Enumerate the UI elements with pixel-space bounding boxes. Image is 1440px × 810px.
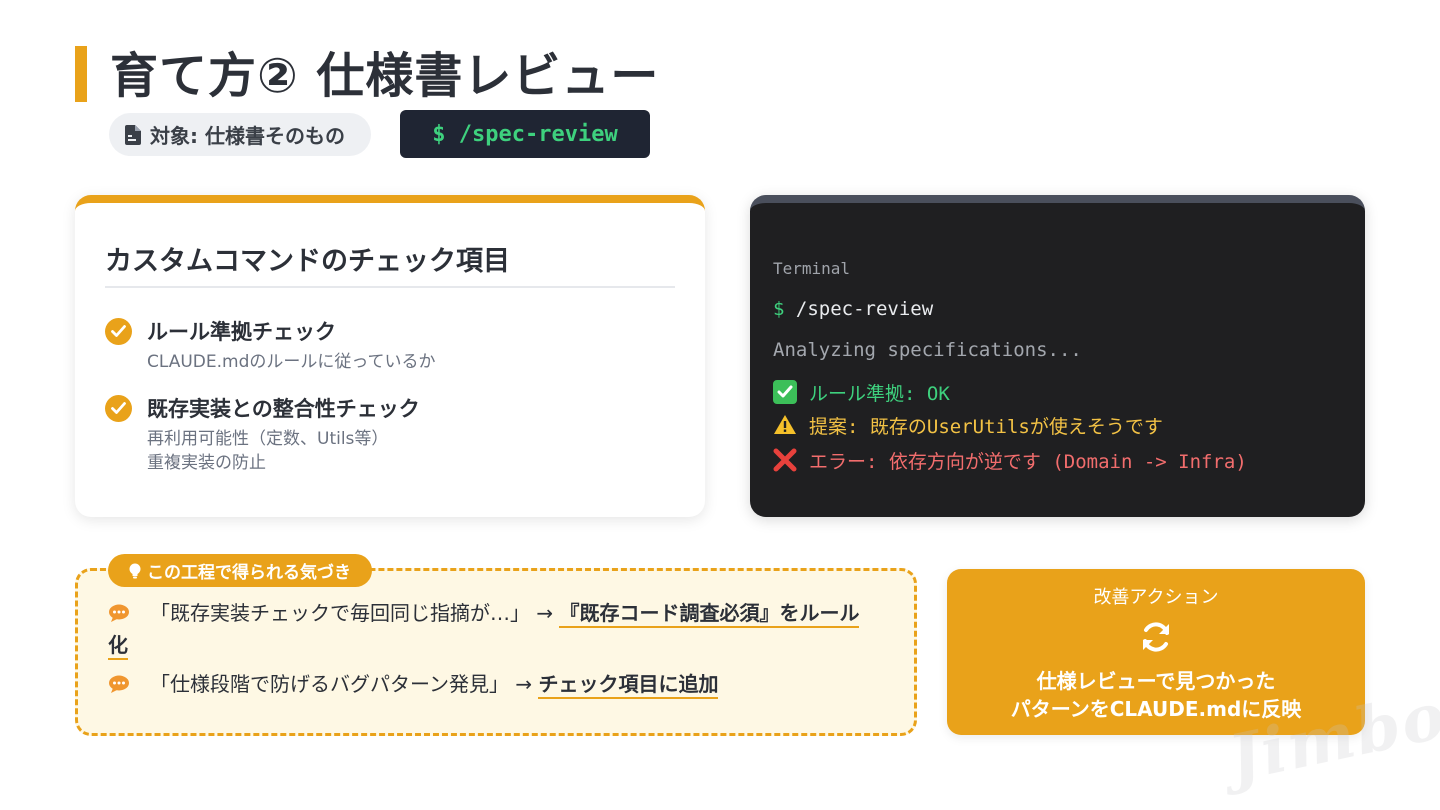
insight-quote: 「既存実装チェックで毎回同じ指摘が…」 (150, 601, 530, 625)
check-circle-icon (105, 318, 132, 345)
terminal-result-warn: 提案: 既存のUserUtilsが使えそうです (773, 412, 1163, 439)
check-circle-icon (105, 395, 132, 422)
target-label: 対象: 仕様書そのもの (150, 124, 345, 148)
checklist-card: カスタムコマンドのチェック項目 ルール準拠チェック CLAUDE.mdのルールに… (75, 195, 705, 517)
terminal-result-text: 提案: 既存のUserUtilsが使えそうです (809, 416, 1163, 438)
refresh-icon (1138, 619, 1174, 655)
terminal-command-line: $ /spec-review (773, 298, 933, 320)
insight-item: 「仕様段階で防げるバグパターン発見」 → チェック項目に追加 (108, 668, 878, 700)
terminal-result-err: エラー: 依存方向が逆です (Domain -> Infra) (773, 447, 1247, 474)
check-item-detail: 再利用可能性（定数、Utils等） (147, 429, 389, 449)
checklist-heading: カスタムコマンドのチェック項目 (105, 246, 510, 277)
insights-tag-label: この工程で得られる気づき (147, 563, 351, 583)
check-item-detail: CLAUDE.mdのルールに従っているか (147, 352, 436, 372)
terminal-result-text: エラー: 依存方向が逆です (Domain -> Infra) (809, 451, 1247, 473)
terminal-label: Terminal (773, 259, 851, 278)
terminal-window: Terminal $ /spec-review Analyzing specif… (750, 195, 1365, 517)
speech-bubble-icon (108, 599, 130, 622)
improvement-text-line: 仕様レビューで見つかった (1036, 669, 1276, 693)
cross-mark-icon (773, 448, 797, 472)
check-item-detail: 重複実装の防止 (147, 453, 266, 473)
terminal-result-text: ルール準拠: OK (809, 383, 950, 405)
page-title: 育て方② 仕様書レビュー (110, 48, 660, 104)
terminal-command: /spec-review (795, 298, 934, 320)
insight-item: 「既存実装チェックで毎回同じ指摘が…」 → 『既存コード調査必須』をルール化 (108, 597, 878, 661)
terminal-result-ok: ルール準拠: OK (773, 379, 950, 406)
check-mark-icon (773, 380, 797, 404)
warning-icon (773, 413, 797, 437)
insight-action: チェック項目に追加 (538, 672, 719, 699)
lightbulb-icon (129, 563, 141, 579)
arrow-icon: → (536, 601, 554, 625)
target-badge: 対象: 仕様書そのもの (109, 113, 371, 156)
check-item-title: ルール準拠チェック (147, 320, 336, 344)
improvement-label: 改善アクション (1093, 587, 1219, 608)
terminal-prompt: $ (773, 298, 785, 320)
insights-tag: この工程で得られる気づき (108, 554, 372, 587)
check-item-title: 既存実装との整合性チェック (147, 397, 420, 421)
speech-bubble-icon (108, 670, 130, 693)
title-accent-bar (75, 46, 87, 102)
document-icon (125, 124, 141, 145)
divider (105, 286, 675, 288)
terminal-status: Analyzing specifications... (773, 339, 1082, 361)
command-badge: $ /spec-review (400, 110, 650, 158)
insight-quote: 「仕様段階で防げるバグパターン発見」 (150, 672, 509, 696)
arrow-icon: → (515, 672, 533, 696)
